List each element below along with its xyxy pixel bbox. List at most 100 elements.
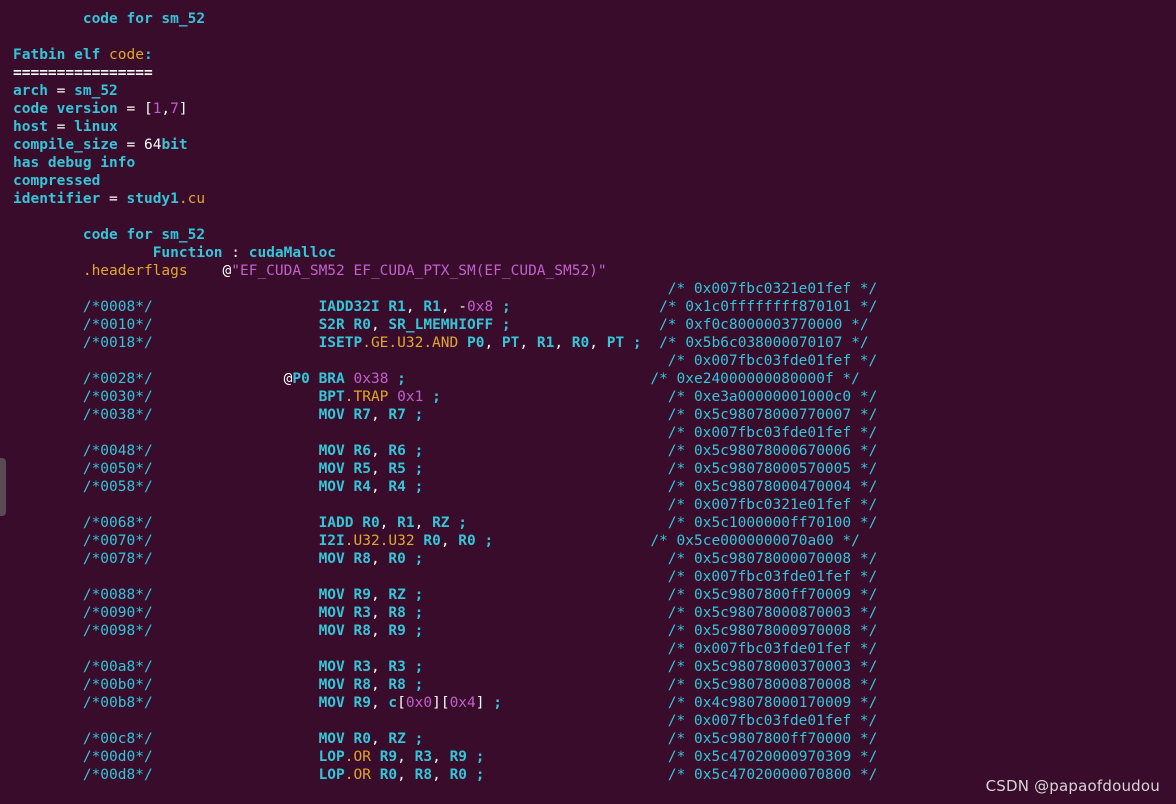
terminal-token: has debug info [13,155,136,171]
terminal-token: R3 [414,749,433,765]
terminal-token: ; [624,335,642,351]
window-edge-handle[interactable] [0,458,6,516]
terminal-token: /* 0x5b6c038000070107 */ [659,335,869,351]
terminal-token: arch [13,83,48,99]
terminal-token: IADD32I R1 [318,299,406,315]
terminal-token: .U32.U32 [344,533,415,549]
terminal-token: , [370,677,389,693]
terminal-line: identifier = study1.cu [13,190,1163,208]
terminal-token: R0 [423,533,441,549]
terminal-token: R1 [423,299,441,315]
terminal-token: = [47,83,75,99]
terminal-token: /* 0x5c9807800ff70009 */ [667,587,878,603]
terminal-token: I2I [318,533,345,549]
terminal-token: R1 [536,335,555,351]
terminal-token: ; [405,677,424,693]
terminal-token: /*0008*/ [82,299,153,315]
terminal-line: host = linux [13,118,1163,136]
terminal-line: /* 0x007fbc03fde01fef */ [13,352,1163,370]
terminal-token: S2R R0 [318,317,371,333]
terminal-token: R8 [414,767,433,783]
terminal-token: /*00d0*/ [82,749,153,765]
terminal-token: 0x1 [397,389,424,405]
terminal-line: /*0090*/ MOV R3, R8 ; /* 0x5c98078000870… [13,604,1163,622]
terminal-token: ; [405,731,424,747]
terminal-token: R0 [571,335,590,351]
terminal-token: code version [13,101,118,117]
terminal-token: R0 [458,533,476,549]
terminal-token: /*00a8*/ [82,659,153,675]
terminal-token: ; [493,317,511,333]
terminal-token: @ [187,263,232,279]
terminal-token: , [370,659,389,675]
terminal-token: MOV R0 [318,731,371,747]
terminal-line: /*00d0*/ LOP.OR R9, R3, R9 ; /* 0x5c4702… [13,748,1163,766]
terminal-token: /*0018*/ [82,335,153,351]
terminal-token: /* 0x5c98078000470004 */ [667,479,878,495]
terminal-line: Function : cudaMalloc [13,244,1163,262]
terminal-token: /* 0x007fbc03fde01fef */ [667,353,878,369]
terminal-token: ; [405,407,424,423]
terminal-token: /* 0x5c98078000870003 */ [667,605,878,621]
terminal-token: ; [405,461,424,477]
terminal-line: /* 0x007fbc0321e01fef */ [13,496,1163,514]
terminal-line: /*00b0*/ MOV R8, R8 ; /* 0x5c98078000870… [13,676,1163,694]
terminal-token: R1 [397,515,415,531]
terminal-token: /* 0x5ce0000000070a00 */ [650,533,860,549]
terminal-token: .TRAP [344,389,389,405]
terminal-token: .OR [344,749,371,765]
terminal-token: /* 0x5c98078000970008 */ [667,623,878,639]
terminal-line: /*0078*/ MOV R8, R0 ; /* 0x5c98078000070… [13,550,1163,568]
terminal-token: /*0010*/ [82,317,153,333]
terminal-output[interactable]: code for sm_52 Fatbin elf code: =========… [13,10,1163,784]
terminal-token: LOP [318,767,345,783]
terminal-token: Fatbin elf [13,47,110,63]
terminal-token: RZ [388,587,406,603]
terminal-line: /*0048*/ MOV R6, R6 ; /* 0x5c98078000670… [13,442,1163,460]
terminal-token: /* 0x5c98078000070008 */ [667,551,878,567]
terminal-token: MOV R8 [318,623,371,639]
terminal-token: , [379,515,398,531]
terminal-token: , [397,749,415,765]
terminal-token: R0 [388,551,406,567]
terminal-token: P0 [292,371,310,387]
terminal-token: ; [467,749,485,765]
terminal-token: /* 0x5c98078000370003 */ [667,659,878,675]
terminal-token: /*0058*/ [82,479,153,495]
terminal-token: /* 0x5c98078000870008 */ [667,677,878,693]
terminal-token: compile_size [13,137,118,153]
terminal-token: : [143,47,153,63]
terminal-token: BPT [318,389,345,405]
terminal-token: , [397,767,415,783]
terminal-line: /*00a8*/ MOV R3, R3 ; /* 0x5c98078000370… [13,658,1163,676]
terminal-token: , [370,605,389,621]
terminal-token: SR_LMEMHIOFF [388,317,494,333]
terminal-token: PT [501,335,520,351]
terminal-token: = [117,137,144,153]
